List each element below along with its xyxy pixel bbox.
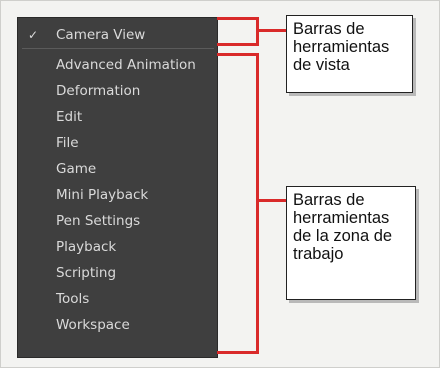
menu-item-label: Edit <box>56 109 83 125</box>
menu-item-label: Workspace <box>56 317 130 333</box>
workspace-toolbars-callout: Barras de herramientas de la zona de tra… <box>286 186 416 300</box>
menu-item-label: Tools <box>56 291 90 307</box>
menu-item-file[interactable]: File <box>18 130 217 156</box>
menu-item-scripting[interactable]: Scripting <box>18 260 217 286</box>
callout-line: trabajo <box>293 245 344 263</box>
menu-item-label: Mini Playback <box>56 187 149 203</box>
menu-item-label: Playback <box>56 239 117 255</box>
menu-item-label: Game <box>56 161 97 177</box>
menu-item-pen-settings[interactable]: Pen Settings <box>18 208 217 234</box>
illustration-panel: ✓ Camera View Advanced Animation Deforma… <box>0 0 440 368</box>
menu-item-workspace[interactable]: Workspace <box>18 312 217 338</box>
menu-item-camera-view[interactable]: ✓ Camera View <box>18 22 217 48</box>
callout-line: Barras de <box>293 20 365 38</box>
toolbars-context-menu: ✓ Camera View Advanced Animation Deforma… <box>17 17 218 358</box>
callout-line: herramientas <box>293 38 390 56</box>
menu-item-playback[interactable]: Playback <box>18 234 217 260</box>
menu-item-advanced-animation[interactable]: Advanced Animation <box>18 52 217 78</box>
callout-line: herramientas <box>293 209 390 227</box>
menu-item-label: Scripting <box>56 265 117 281</box>
menu-item-edit[interactable]: Edit <box>18 104 217 130</box>
callout-line: de la zona de <box>293 227 393 245</box>
view-toolbars-callout: Barras de herramientas de vista <box>286 15 413 93</box>
menu-item-mini-playback[interactable]: Mini Playback <box>18 182 217 208</box>
menu-item-label: Pen Settings <box>56 213 141 229</box>
callout-line: Barras de <box>293 191 365 209</box>
menu-item-label: Camera View <box>56 27 146 43</box>
menu-item-tools[interactable]: Tools <box>18 286 217 312</box>
checkmark-icon: ✓ <box>28 28 39 42</box>
menu-item-label: Advanced Animation <box>56 57 196 73</box>
menu-separator <box>22 48 214 49</box>
callout-line: de vista <box>293 56 350 74</box>
menu-item-game[interactable]: Game <box>18 156 217 182</box>
menu-item-label: Deformation <box>56 83 141 99</box>
menu-item-deformation[interactable]: Deformation <box>18 78 217 104</box>
menu-item-label: File <box>56 135 79 151</box>
